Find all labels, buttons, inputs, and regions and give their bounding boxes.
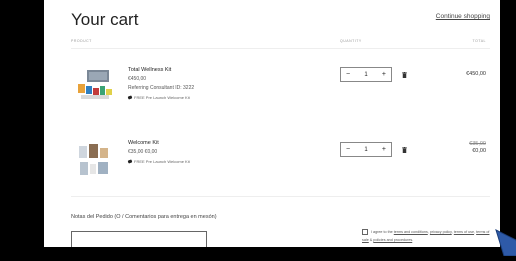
tag-icon bbox=[127, 95, 133, 100]
quantity-increase-button[interactable]: + bbox=[382, 71, 386, 78]
terms-prefix: I agree to the bbox=[371, 230, 393, 234]
product-price: €35,00 €0,00 bbox=[128, 149, 158, 155]
product-image-welcome-kit[interactable] bbox=[75, 140, 115, 180]
privacy-policy-link[interactable]: privacy policy bbox=[430, 230, 452, 234]
terms-suffix: . bbox=[412, 238, 414, 242]
items-divider bbox=[71, 196, 490, 197]
terms-sep: , bbox=[427, 230, 429, 234]
cart-page: Your cart Continue shopping PRODUCT QUAN… bbox=[44, 0, 500, 247]
quantity-value[interactable]: 1 bbox=[364, 72, 367, 78]
terms-sep: , bbox=[451, 230, 453, 234]
quantity-decrease-button[interactable]: − bbox=[346, 71, 350, 78]
line-total-value: €0,00 bbox=[472, 148, 486, 154]
header-total: TOTAL bbox=[472, 39, 486, 43]
product-image-total-wellness-kit[interactable] bbox=[75, 64, 115, 104]
trash-icon[interactable] bbox=[402, 72, 407, 78]
policies-and-procedures-link[interactable]: policies and procedures bbox=[373, 238, 412, 242]
header-quantity: QUANTITY bbox=[340, 39, 362, 43]
terms-agreement: I agree to the terms and conditions, pri… bbox=[362, 228, 492, 244]
promo-line: FREE Pre Launch Welcome Kit bbox=[127, 157, 190, 166]
quantity-increase-button[interactable]: + bbox=[382, 146, 386, 153]
product-price: €450,00 bbox=[128, 76, 147, 82]
terms-sep: , bbox=[474, 230, 476, 234]
terms-and-conditions-link[interactable]: terms and conditions bbox=[394, 230, 428, 234]
trash-icon[interactable] bbox=[402, 147, 407, 153]
quantity-stepper[interactable]: − 1 + bbox=[340, 67, 392, 82]
promo-text: FREE Pre Launch Welcome Kit bbox=[134, 159, 190, 164]
cart-item-1-details: Total Wellness Kit €450,00 Referring Con… bbox=[127, 66, 195, 102]
terms-of-use-link[interactable]: terms of use bbox=[454, 230, 474, 234]
quantity-stepper[interactable]: − 1 + bbox=[340, 142, 392, 157]
line-total: €450,00 bbox=[466, 71, 486, 78]
page-title: Your cart bbox=[71, 10, 139, 29]
order-notes-label: Notas del Pedido (O / Comentarios para e… bbox=[71, 214, 217, 220]
product-name[interactable]: Welcome Kit bbox=[128, 139, 190, 148]
terms-checkbox[interactable] bbox=[362, 229, 368, 236]
referring-consultant: Referring Consultant ID: 3222 bbox=[128, 85, 195, 91]
continue-shopping-link[interactable]: Continue shopping bbox=[436, 13, 490, 20]
line-total-original: €35,00 bbox=[469, 141, 486, 147]
tag-icon bbox=[127, 159, 133, 164]
order-notes-input[interactable] bbox=[71, 231, 207, 247]
quantity-value[interactable]: 1 bbox=[364, 147, 367, 153]
header-product: PRODUCT bbox=[71, 39, 92, 43]
line-total: €35,00 €0,00 bbox=[469, 141, 486, 155]
promo-text: FREE Pre Launch Welcome Kit bbox=[134, 95, 190, 100]
cart-item-2-details: Welcome Kit €35,00 €0,00 FREE Pre Launch… bbox=[127, 139, 190, 166]
promo-line: FREE Pre Launch Welcome Kit bbox=[127, 93, 194, 102]
quantity-decrease-button[interactable]: − bbox=[346, 146, 350, 153]
line-total-value: €450,00 bbox=[466, 71, 486, 77]
header-divider bbox=[71, 48, 490, 49]
product-name[interactable]: Total Wellness Kit bbox=[128, 66, 194, 75]
pointer-cursor-icon bbox=[494, 226, 516, 257]
